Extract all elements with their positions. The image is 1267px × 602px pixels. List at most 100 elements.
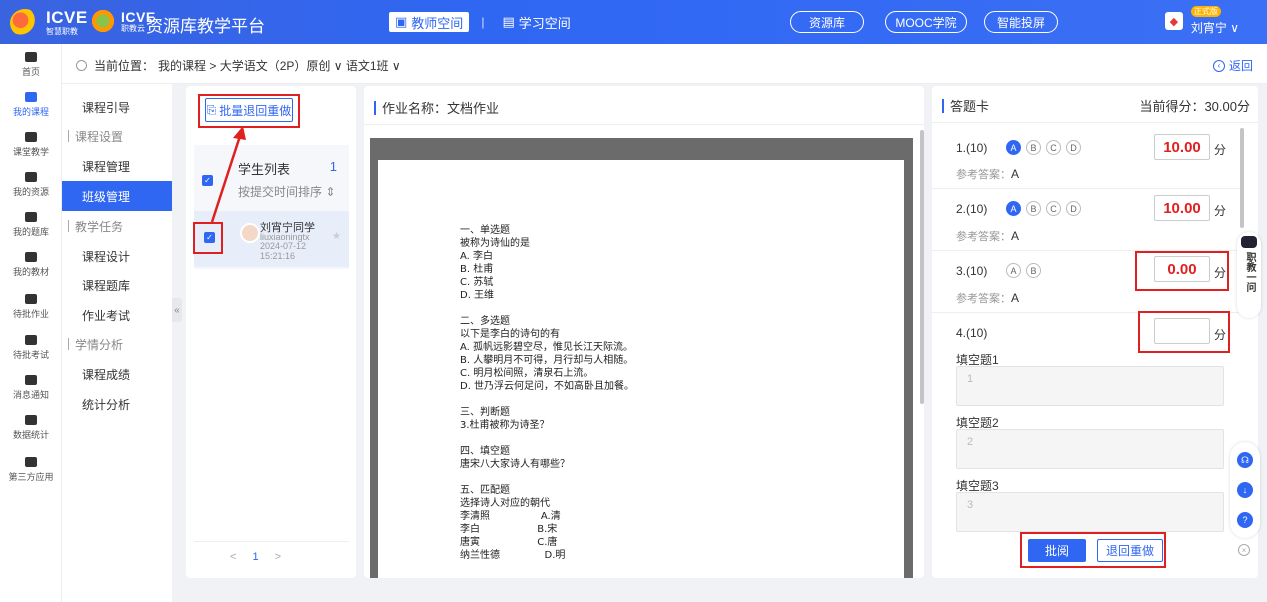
menu-homework-exam[interactable]: 作业考试: [62, 300, 172, 330]
rail-stats[interactable]: 数据统计: [0, 415, 62, 441]
blank2-answer[interactable]: 2: [956, 429, 1224, 469]
student-checkbox[interactable]: ✓: [204, 232, 215, 243]
breadcrumb-bar: 当前位置： 我的课程 > 大学语文（2P）原创 ∨ 语文1班 ∨ ‹ 返回: [62, 44, 1267, 84]
rail-classroom[interactable]: 课堂教学: [0, 132, 62, 158]
next-page-button[interactable]: >: [275, 551, 281, 563]
doc-scroll-thumb[interactable]: [920, 130, 924, 404]
q3-score-input[interactable]: 0.00: [1154, 256, 1210, 282]
menu-course-manage[interactable]: 课程管理: [62, 151, 172, 181]
download-icon[interactable]: ↓: [1237, 482, 1253, 498]
q4-score-unit: 分: [1214, 328, 1227, 342]
q2-ref-value: A: [1011, 229, 1020, 243]
menu-course-guide[interactable]: 课程引导: [62, 92, 172, 122]
course-icon: [25, 92, 37, 102]
tab-student-label: 学习空间: [518, 15, 571, 31]
star-icon[interactable]: ★: [332, 231, 341, 242]
document-panel: 作业名称：文档作业 一、单选题 被称为诗仙的是 A. 李白 B. 杜甫 C. 苏…: [364, 86, 924, 578]
pagination: < 1 >: [230, 551, 281, 563]
menu-stats-analysis[interactable]: 统计分析: [62, 389, 172, 419]
document-body: 一、单选题 被称为诗仙的是 A. 李白 B. 杜甫 C. 苏轼 D. 王维 二、…: [460, 225, 635, 561]
return-redo-button[interactable]: 退回重做: [1097, 539, 1163, 562]
collapse-sidebar-handle[interactable]: «: [172, 298, 182, 322]
blank1-answer[interactable]: 1: [956, 366, 1224, 406]
rail-third-party[interactable]: 第三方应用: [0, 457, 62, 483]
q1-score-unit: 分: [1214, 143, 1227, 157]
customer-service-icon[interactable]: ☊: [1237, 452, 1253, 468]
current-score: 当前得分：30.00分: [1139, 99, 1250, 114]
menu-course-grades[interactable]: 课程成绩: [62, 359, 172, 389]
q4-label: 4.(10): [956, 326, 988, 340]
document-viewer[interactable]: 一、单选题 被称为诗仙的是 A. 李白 B. 杜甫 C. 苏轼 D. 王维 二、…: [370, 138, 913, 578]
assistant-widget[interactable]: 职教一问: [1237, 232, 1261, 318]
student-panel: ⎘ 批量退回重做 ✓ 学生列表 1 按提交时间排序 ⇕ ✓ 刘宵宁同学 liux…: [186, 86, 356, 578]
rail-my-course[interactable]: 我的课程: [0, 92, 62, 118]
back-icon: ‹: [1212, 59, 1225, 72]
book-icon: [25, 252, 37, 262]
smart-screen-button[interactable]: 智能投屏: [984, 11, 1058, 33]
q1-reference-answer: 参考答案：A: [956, 166, 1019, 182]
q1-label: 1.(10): [956, 141, 988, 155]
doc-scrollbar[interactable]: [920, 130, 924, 570]
top-bar: ICVE 智慧职教 ICVE 职教云 资源库教学平台 ▣ 教师空间 | ▤ 学习…: [0, 0, 1267, 44]
q1-score-input[interactable]: 10.00: [1154, 134, 1210, 160]
app-icon: ◆: [1164, 12, 1183, 30]
icve-logo[interactable]: ICVE 智慧职教: [10, 8, 88, 37]
rail-question-bank[interactable]: 我的题库: [0, 212, 62, 238]
q2-separator: [932, 250, 1242, 251]
prev-page-button[interactable]: <: [230, 551, 236, 563]
answer-card-divider: [932, 122, 1258, 123]
help-icon[interactable]: ?: [1237, 512, 1253, 528]
tab-student-space[interactable]: ▤ 学习空间: [496, 12, 576, 32]
rail-stats-label: 数据统计: [12, 430, 49, 440]
answer-card-scrollbar[interactable]: [1240, 128, 1244, 228]
select-all-checkbox[interactable]: ✓: [202, 175, 213, 186]
review-button[interactable]: 批阅: [1028, 539, 1086, 562]
exam-icon: [25, 335, 37, 345]
course-menu: 课程引导 课程设置 课程管理 班级管理 教学任务 课程设计 课程题库 作业考试 …: [62, 84, 172, 602]
q2-score-input[interactable]: 10.00: [1154, 195, 1210, 221]
student-list-header: ✓ 学生列表 1 按提交时间排序 ⇕: [194, 145, 349, 211]
q1-option-a: A: [1006, 140, 1021, 155]
stats-icon: [25, 415, 37, 425]
page-number[interactable]: 1: [252, 551, 258, 563]
rail-homework-label: 待批作业: [12, 309, 49, 319]
rail-message[interactable]: 消息通知: [0, 375, 62, 401]
close-toolbar-icon[interactable]: ×: [1238, 544, 1250, 556]
back-link[interactable]: ‹ 返回: [1212, 57, 1253, 74]
q3-score-unit: 分: [1214, 266, 1227, 280]
space-tabs: ▣ 教师空间 | ▤ 学习空间: [389, 12, 577, 32]
rail-material[interactable]: 我的教材: [0, 252, 62, 278]
blank3-answer[interactable]: 3: [956, 492, 1224, 532]
tab-teacher-space[interactable]: ▣ 教师空间: [389, 12, 470, 32]
answer-card-panel: 答题卡 当前得分：30.00分 1.(10) A B C D 10.00 分 参…: [932, 86, 1258, 578]
sort-by-submit-time[interactable]: 按提交时间排序 ⇕: [238, 183, 335, 200]
tab-separator: |: [481, 15, 485, 29]
q4-score-input[interactable]: [1154, 318, 1210, 344]
resource-library-button[interactable]: 资源库: [790, 11, 864, 33]
rail-pending-homework[interactable]: 待批作业: [0, 294, 62, 320]
doc-divider: [364, 124, 924, 125]
home-icon: [25, 52, 37, 62]
q3-label: 3.(10): [956, 264, 988, 278]
q1-option-d: D: [1066, 140, 1081, 155]
menu-course-design[interactable]: 课程设计: [62, 241, 172, 271]
breadcrumb: 当前位置： 我的课程 > 大学语文（2P）原创 ∨ 语文1班 ∨: [76, 57, 401, 74]
batch-return-button[interactable]: ⎘ 批量退回重做: [205, 98, 293, 122]
robot-icon: [1241, 236, 1257, 248]
homework-title: 作业名称：文档作业: [374, 98, 499, 117]
student-row[interactable]: ✓ 刘宵宁同学 liuxiaoningtx 2024-07-12 15:21:1…: [194, 211, 349, 267]
rail-resource[interactable]: 我的资源: [0, 172, 62, 198]
rail-third-label: 第三方应用: [8, 472, 54, 482]
rail-message-label: 消息通知: [12, 390, 49, 400]
breadcrumb-path[interactable]: 我的课程 > 大学语文（2P）原创 ∨ 语文1班 ∨: [158, 57, 401, 74]
submit-time: 2024-07-12 15:21:16: [260, 241, 307, 261]
mooc-button[interactable]: MOOC学院: [885, 11, 967, 33]
menu-course-bank[interactable]: 课程题库: [62, 270, 172, 300]
rail-home[interactable]: 首页: [0, 52, 62, 78]
zjy-logo-icon: [90, 8, 116, 34]
rail-exam-label: 待批考试: [12, 350, 49, 360]
menu-class-manage[interactable]: 班级管理: [62, 181, 172, 211]
version-badge: 正式版: [1190, 6, 1221, 17]
rail-pending-exam[interactable]: 待批考试: [0, 335, 62, 361]
user-menu[interactable]: ◆ 正式版 刘宵宁 ∨: [1164, 6, 1239, 36]
